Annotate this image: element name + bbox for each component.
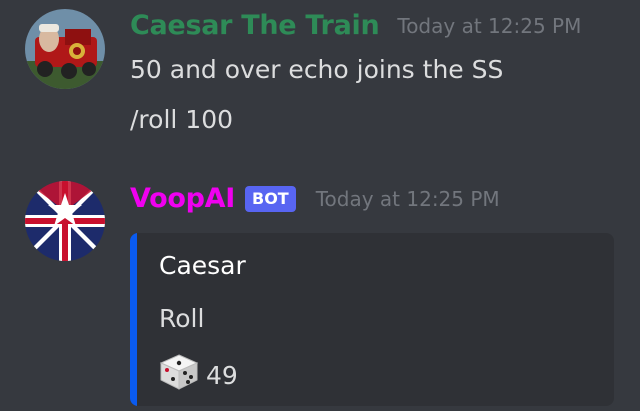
embed-author: Caesar	[159, 251, 246, 280]
roll-embed: Caesar Roll 49	[130, 233, 614, 406]
embed-title: Roll	[159, 304, 205, 333]
train-avatar-icon[interactable]	[25, 9, 105, 89]
embed-result: 49	[159, 353, 238, 397]
chat-messages: Caesar The Train Today at 12:25 PM 50 an…	[0, 0, 640, 411]
author-name[interactable]: Caesar The Train	[130, 10, 380, 41]
message-header: Caesar The Train Today at 12:25 PM	[130, 10, 581, 41]
embed-accent-bar	[130, 233, 137, 406]
bot-badge: BOT	[245, 185, 296, 212]
roll-result: 49	[206, 360, 238, 390]
flag-avatar-icon[interactable]	[25, 181, 105, 261]
author-name[interactable]: VoopAI	[130, 183, 235, 214]
timestamp: Today at 12:25 PM	[397, 13, 582, 38]
message-text: 50 and over echo joins the SS	[130, 55, 504, 84]
dice-icon	[159, 353, 199, 397]
timestamp: Today at 12:25 PM	[315, 186, 500, 211]
message-text: /roll 100	[130, 105, 234, 134]
message-header: VoopAI BOT Today at 12:25 PM	[130, 183, 500, 214]
